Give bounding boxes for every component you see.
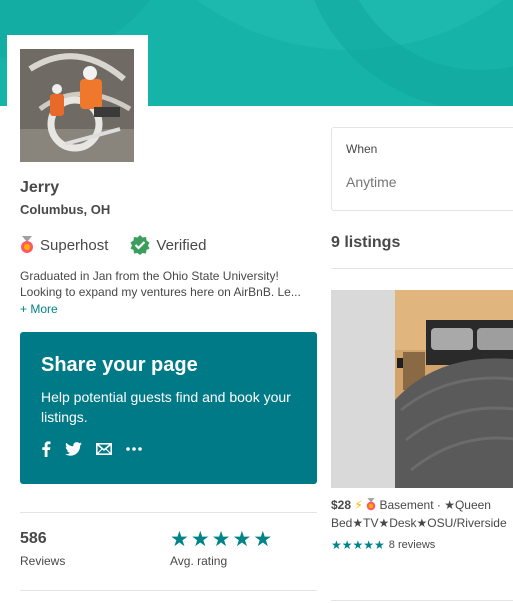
instant-book-icon: ⚡ bbox=[354, 498, 363, 512]
listing-title-line1: $28 ⚡ Basement · ★Queen bbox=[331, 496, 513, 514]
stats-divider-top bbox=[20, 512, 317, 513]
more-icon[interactable] bbox=[126, 447, 142, 451]
avg-rating-label: Avg. rating bbox=[170, 554, 228, 568]
superhost-icon bbox=[366, 498, 376, 511]
when-label: When bbox=[346, 142, 378, 156]
listings-divider bbox=[331, 268, 513, 269]
listing-title-line2: Bed★TV★Desk★OSU/Riverside bbox=[331, 516, 507, 530]
facebook-icon[interactable] bbox=[41, 441, 51, 457]
listing-reviews: 8 reviews bbox=[388, 539, 436, 551]
superhost-label: Superhost bbox=[40, 236, 109, 254]
star-icon: ★ bbox=[232, 528, 252, 551]
listing-info[interactable]: $28 ⚡ Basement · ★Queen Bed★TV★Desk★OSU/… bbox=[331, 496, 513, 532]
listing-title: Basement · ★Queen bbox=[379, 498, 491, 512]
bio-more-link[interactable]: + More bbox=[20, 302, 58, 316]
star-icon: ★ bbox=[211, 528, 231, 551]
avatar[interactable] bbox=[20, 49, 134, 162]
when-input[interactable]: Anytime bbox=[346, 174, 506, 190]
host-name: Jerry bbox=[20, 179, 60, 196]
host-badges: Superhost Verified bbox=[20, 235, 228, 255]
star-icon: ★ bbox=[170, 528, 189, 551]
superhost-badge: Superhost bbox=[20, 236, 108, 254]
verified-icon bbox=[130, 235, 150, 255]
twitter-icon[interactable] bbox=[65, 442, 82, 456]
host-location: Columbus, OH bbox=[20, 202, 111, 217]
verified-badge: Verified bbox=[130, 235, 206, 255]
listing-photo[interactable] bbox=[331, 290, 513, 488]
superhost-icon bbox=[21, 236, 33, 253]
share-title: Share your page bbox=[41, 354, 198, 376]
verified-label: Verified bbox=[156, 236, 207, 254]
banner-wave bbox=[300, 0, 513, 106]
star-icon: ★ bbox=[253, 528, 273, 551]
listings-count: 9 listings bbox=[331, 234, 401, 251]
listing-rating: ★★★★★ 8 reviews bbox=[331, 538, 435, 552]
reviews-count: 586 bbox=[20, 530, 47, 547]
share-card: Share your page Help potential guests fi… bbox=[20, 332, 317, 484]
reviews-label: Reviews bbox=[20, 554, 66, 568]
host-bio: Graduated in Jan from the Ohio State Uni… bbox=[20, 269, 301, 299]
email-icon[interactable] bbox=[96, 443, 112, 455]
listing-price: $28 bbox=[331, 498, 352, 512]
listing-divider bbox=[331, 600, 513, 601]
share-text: Help potential guests find and book your… bbox=[41, 389, 291, 425]
share-icons bbox=[41, 441, 296, 457]
star-icon: ★ bbox=[190, 528, 210, 551]
avg-rating-stars: ★ ★ ★ ★ ★ bbox=[170, 527, 274, 552]
stats-divider-bottom bbox=[20, 590, 317, 591]
when-filter[interactable]: When Anytime bbox=[331, 127, 513, 211]
star-icon: ★★★★★ bbox=[331, 538, 385, 552]
